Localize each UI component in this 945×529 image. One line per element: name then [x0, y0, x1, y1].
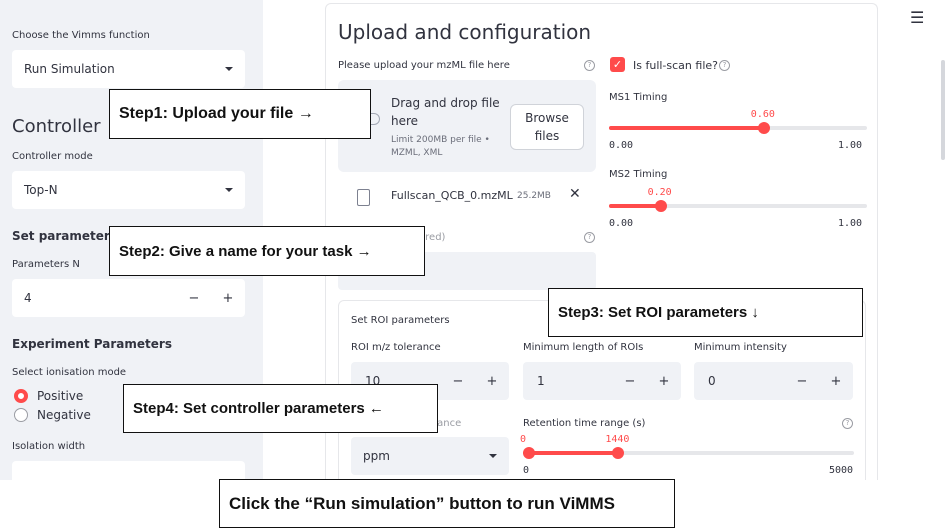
- ms2-slider-fill: [609, 204, 661, 208]
- roi-mz-tolerance-label: ROI m/z tolerance: [351, 342, 441, 353]
- ms2-max-label: 1.00: [838, 218, 863, 229]
- help-icon[interactable]: ?: [842, 418, 853, 429]
- callout-step2: Step2: Give a name for your task →: [109, 226, 425, 276]
- help-icon[interactable]: ?: [719, 60, 730, 71]
- radio-unselected-icon[interactable]: [14, 408, 28, 422]
- function-label: Choose the Vimms function: [12, 30, 150, 41]
- decrement-button[interactable]: −: [785, 374, 819, 389]
- dropzone-title: Drag and drop file here: [391, 96, 500, 128]
- ms1-min-label: 0.00: [609, 140, 634, 151]
- uploaded-file-name: Fullscan_QCB_0.mzML: [391, 189, 513, 202]
- roi-header[interactable]: Set ROI parameters: [351, 315, 450, 326]
- uploaded-file-size: 25.2MB: [517, 191, 551, 201]
- help-icon[interactable]: ?: [584, 232, 595, 243]
- callout-run: Click the “Run simulation” button to run…: [219, 479, 675, 528]
- chevron-down-icon: [489, 454, 497, 458]
- page-title: Upload and configuration: [338, 20, 592, 44]
- radio-positive-label: Positive: [37, 389, 84, 403]
- roi-min-length-value: 1: [537, 374, 545, 388]
- scrollbar-thumb[interactable]: [941, 60, 945, 160]
- remove-file-button[interactable]: ✕: [569, 186, 581, 202]
- increment-button[interactable]: +: [819, 374, 853, 389]
- units-select[interactable]: ppm: [351, 437, 509, 475]
- rt-slider-fill: [523, 451, 619, 455]
- file-icon: [357, 189, 370, 206]
- dropzone-limit: Limit 200MB per file • MZML, XML: [391, 135, 490, 158]
- controller-mode-select[interactable]: Top-N: [12, 171, 245, 209]
- ms1-max-label: 1.00: [838, 140, 863, 151]
- callout-step1: Step1: Upload your file →: [109, 89, 371, 139]
- increment-button[interactable]: +: [211, 291, 245, 306]
- units-select-value: ppm: [363, 449, 390, 463]
- experiment-parameters-heading: Experiment Parameters: [12, 337, 172, 351]
- chevron-down-icon: [225, 188, 233, 192]
- roi-min-intensity-input[interactable]: 0 − +: [694, 362, 853, 400]
- ms2-value-label: 0.20: [647, 187, 672, 198]
- controller-mode-label: Controller mode: [12, 151, 93, 162]
- radio-negative-label: Negative: [37, 408, 91, 422]
- rt-slider-low-thumb[interactable]: [523, 447, 535, 459]
- ionisation-label: Select ionisation mode: [12, 367, 127, 378]
- ms1-slider-fill: [609, 126, 764, 130]
- isolation-width-label: Isolation width: [12, 441, 86, 452]
- browse-files-button[interactable]: Browse files: [510, 104, 584, 150]
- increment-button[interactable]: +: [647, 374, 681, 389]
- callout-step3: Step3: Set ROI parameters ↓: [548, 288, 863, 337]
- radio-positive[interactable]: Positive: [14, 389, 83, 403]
- rt-low-value-label: 0: [520, 434, 527, 445]
- callout-step4: Step4: Set controller parameters ←: [123, 384, 438, 433]
- increment-button[interactable]: +: [475, 374, 509, 389]
- controller-heading: Controller: [12, 116, 101, 137]
- decrement-button[interactable]: −: [441, 374, 475, 389]
- ms2-slider-thumb[interactable]: [654, 200, 667, 212]
- browse-files-label: Browse files: [525, 111, 569, 143]
- function-select-value: Run Simulation: [24, 62, 115, 76]
- chevron-down-icon: [225, 67, 233, 71]
- parameters-n-label: Parameters N: [12, 259, 80, 270]
- rt-max-label: 5000: [829, 465, 854, 476]
- decrement-button[interactable]: −: [613, 374, 647, 389]
- radio-selected-icon[interactable]: [14, 389, 28, 403]
- ms1-slider-thumb[interactable]: [757, 122, 770, 134]
- controller-mode-value: Top-N: [24, 183, 58, 197]
- parameters-n-input[interactable]: 4 − +: [12, 279, 245, 317]
- help-icon[interactable]: ?: [584, 60, 595, 71]
- decrement-button[interactable]: −: [177, 291, 211, 306]
- rt-min-label: 0: [523, 465, 530, 476]
- ms2-timing-label: MS2 Timing: [609, 169, 668, 180]
- roi-min-intensity-label: Minimum intensity: [694, 342, 787, 353]
- radio-negative[interactable]: Negative: [14, 408, 91, 422]
- upload-label: Please upload your mzML file here: [338, 60, 510, 71]
- parameters-n-value: 4: [24, 291, 32, 305]
- roi-min-length-input[interactable]: 1 − +: [523, 362, 681, 400]
- rt-high-value-label: 1440: [605, 434, 630, 445]
- roi-min-length-label: Minimum length of ROIs: [523, 342, 644, 353]
- fullscan-checkbox[interactable]: ✓: [610, 57, 625, 72]
- set-parameters-heading: Set parameters: [12, 229, 117, 243]
- hamburger-menu-icon[interactable]: ☰: [910, 8, 924, 27]
- fullscan-label: Is full-scan file?: [633, 59, 718, 72]
- roi-min-intensity-value: 0: [708, 374, 716, 388]
- function-select[interactable]: Run Simulation: [12, 50, 245, 88]
- app-page: Choose the Vimms function Run Simulation…: [0, 0, 945, 529]
- ms1-timing-label: MS1 Timing: [609, 92, 668, 103]
- ms1-value-label: 0.60: [750, 109, 775, 120]
- rt-range-label: Retention time range (s): [523, 418, 646, 429]
- ms2-min-label: 0.00: [609, 218, 634, 229]
- isolation-width-input[interactable]: [12, 461, 245, 480]
